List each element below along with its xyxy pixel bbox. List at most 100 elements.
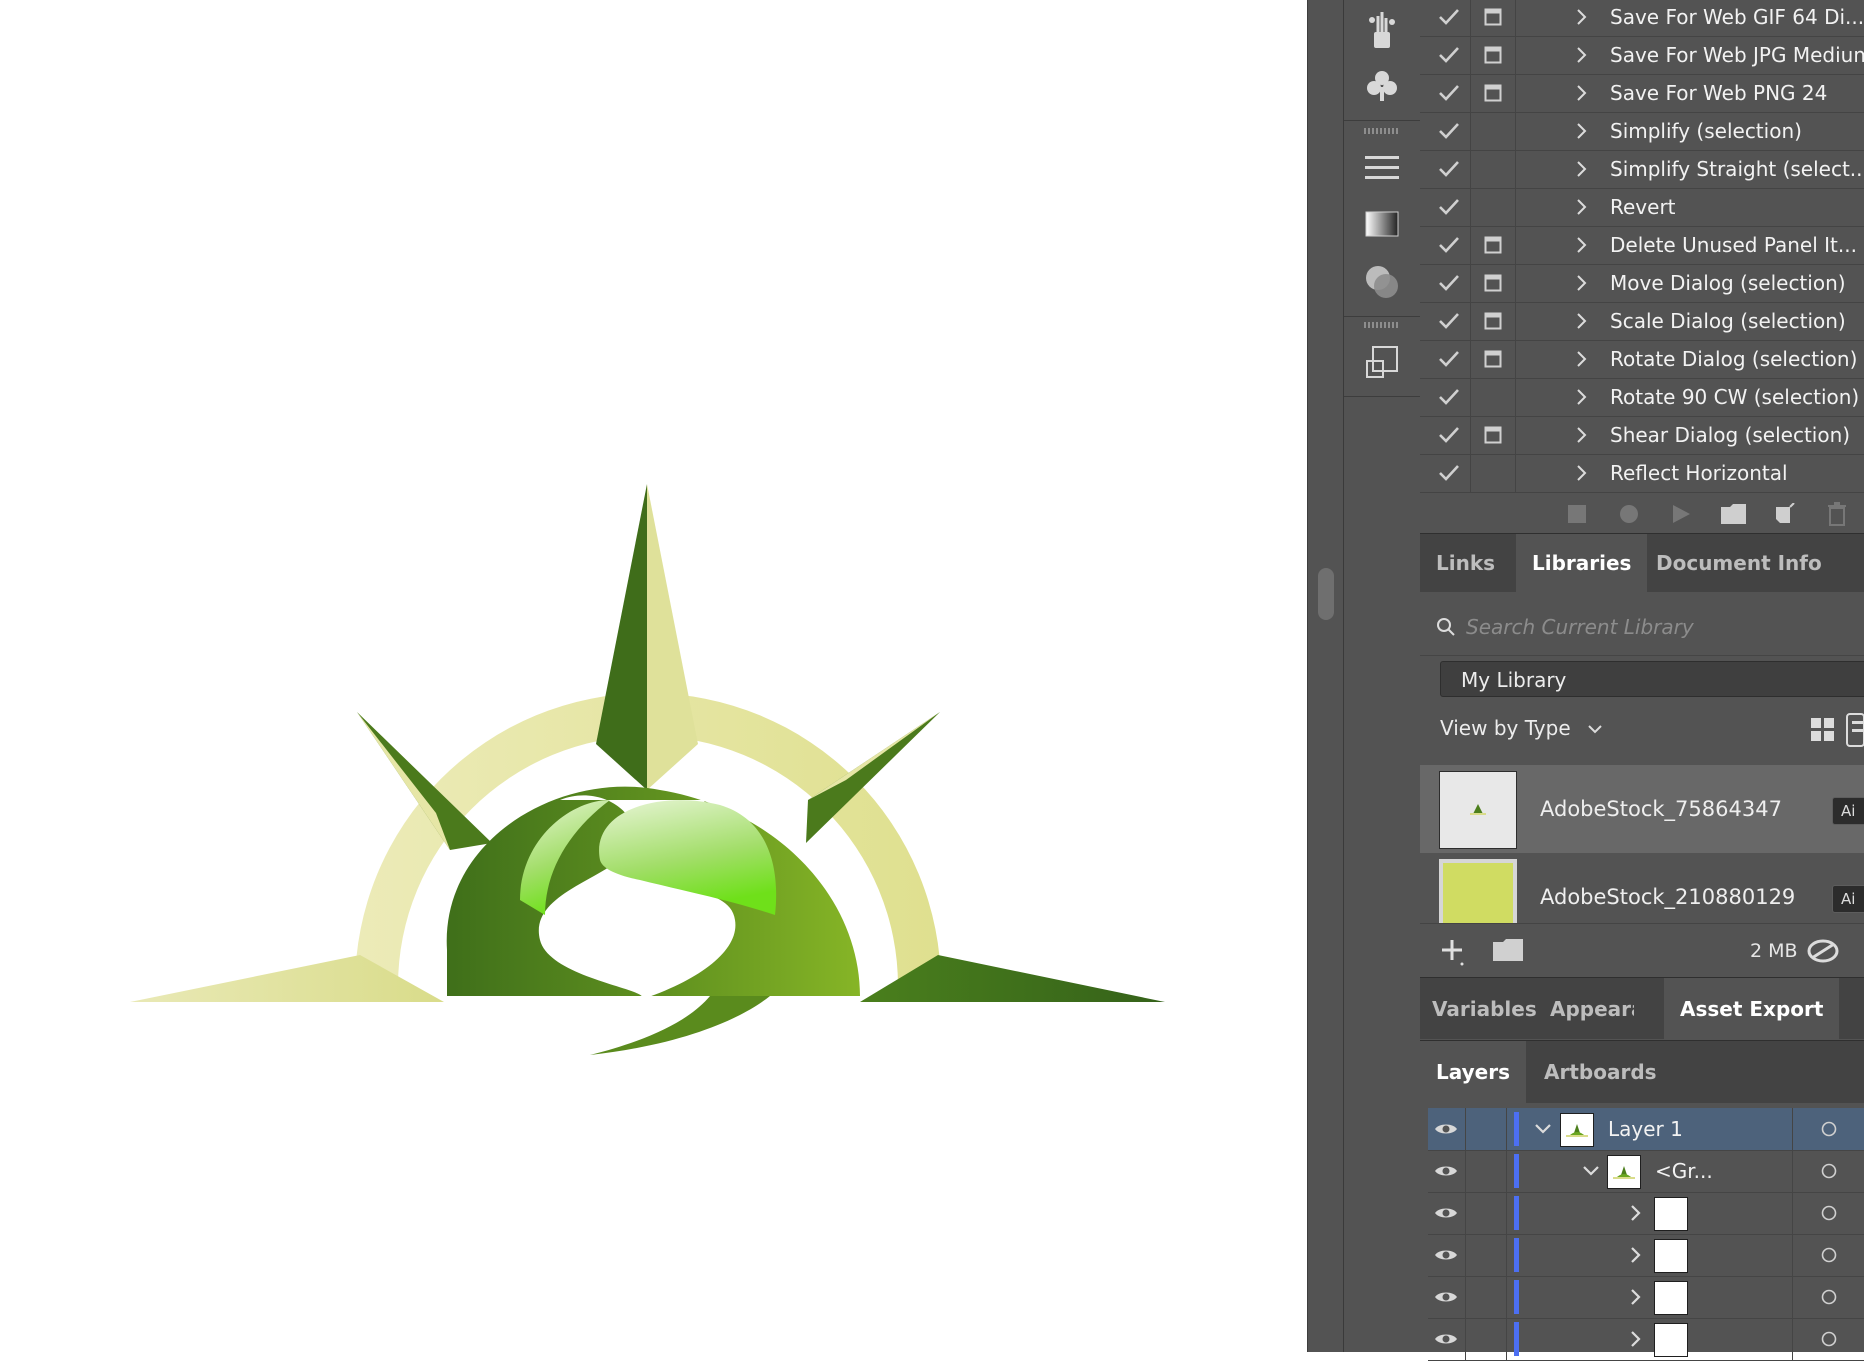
action-row[interactable]: Save For Web PNG 24 xyxy=(1420,74,1864,113)
transparency-icon[interactable] xyxy=(1344,254,1420,310)
trash-icon[interactable] xyxy=(1824,501,1850,527)
sublayer-row[interactable]: <Gr... xyxy=(1428,1150,1864,1193)
toggle-item-check-icon[interactable] xyxy=(1428,74,1471,112)
chevron-right-icon[interactable] xyxy=(1630,1192,1642,1234)
sun-s-logo-artwork[interactable] xyxy=(0,0,1307,1352)
library-item[interactable]: AdobeStock_75864347 Ai xyxy=(1420,765,1864,853)
lock-toggle[interactable] xyxy=(1465,1108,1507,1150)
new-action-icon[interactable] xyxy=(1772,501,1798,527)
toggle-dialog-box-icon[interactable] xyxy=(1471,302,1516,340)
lock-toggle[interactable] xyxy=(1465,1150,1507,1192)
toggle-item-check-icon[interactable] xyxy=(1428,188,1471,226)
target-circle-icon[interactable] xyxy=(1792,1318,1864,1360)
tab-libraries[interactable]: Libraries xyxy=(1516,534,1648,592)
chevron-down-icon[interactable] xyxy=(1534,1108,1552,1150)
tab-asset-export[interactable]: Asset Export xyxy=(1664,978,1840,1040)
action-row[interactable]: Move Dialog (selection) xyxy=(1420,264,1864,303)
view-by-type-dropdown[interactable]: View by Type xyxy=(1440,713,1603,743)
tab-links[interactable]: Links xyxy=(1420,534,1511,592)
lock-toggle[interactable] xyxy=(1465,1318,1507,1360)
sublayer-row[interactable] xyxy=(1428,1192,1864,1235)
toggle-item-check-icon[interactable] xyxy=(1428,226,1471,264)
canvas-vertical-scrollbar[interactable] xyxy=(1307,0,1344,1352)
action-row[interactable]: Delete Unused Panel It... xyxy=(1420,226,1864,265)
toggle-dialog-box-icon[interactable] xyxy=(1471,74,1516,112)
tab-layers[interactable]: Layers xyxy=(1420,1041,1526,1103)
chevron-right-icon[interactable] xyxy=(1576,264,1588,302)
creative-cloud-sync-icon[interactable] xyxy=(1806,936,1840,966)
action-row[interactable]: Shear Dialog (selection) xyxy=(1420,416,1864,455)
visibility-eye-icon[interactable] xyxy=(1428,1108,1464,1150)
transform-icon[interactable] xyxy=(1344,334,1420,390)
visibility-eye-icon[interactable] xyxy=(1428,1234,1464,1276)
toggle-dialog-box-icon[interactable] xyxy=(1471,0,1516,36)
add-asset-icon[interactable] xyxy=(1440,938,1468,966)
grid-view-icon[interactable] xyxy=(1810,717,1836,743)
lock-toggle[interactable] xyxy=(1465,1234,1507,1276)
new-set-folder-icon[interactable] xyxy=(1720,501,1746,527)
toggle-dialog-box-icon[interactable] xyxy=(1471,226,1516,264)
stroke-lines-icon[interactable] xyxy=(1344,140,1420,196)
target-circle-icon[interactable] xyxy=(1792,1276,1864,1318)
layer-row[interactable]: Layer 1 xyxy=(1428,1108,1864,1151)
library-dropdown[interactable]: My Library xyxy=(1440,661,1864,697)
record-icon[interactable] xyxy=(1616,501,1642,527)
chevron-right-icon[interactable] xyxy=(1576,150,1588,188)
symbol-sprayer-icon[interactable] xyxy=(1344,2,1420,58)
tab-document-info[interactable]: Document Info xyxy=(1640,534,1838,592)
chevron-right-icon[interactable] xyxy=(1576,112,1588,150)
toggle-item-check-icon[interactable] xyxy=(1428,454,1471,492)
dock-grip[interactable] xyxy=(1364,322,1400,328)
action-row[interactable]: Revert xyxy=(1420,188,1864,227)
gradient-icon[interactable] xyxy=(1344,196,1420,252)
action-row[interactable]: Save For Web GIF 64 Di... xyxy=(1420,0,1864,37)
toggle-dialog-box-icon[interactable] xyxy=(1471,150,1516,188)
chevron-right-icon[interactable] xyxy=(1576,378,1588,416)
layer-name[interactable]: Layer 1 xyxy=(1608,1108,1683,1150)
toggle-dialog-box-icon[interactable] xyxy=(1471,416,1516,454)
visibility-eye-icon[interactable] xyxy=(1428,1318,1464,1360)
toggle-item-check-icon[interactable] xyxy=(1428,36,1471,74)
symbols-club-icon[interactable] xyxy=(1344,58,1420,114)
toggle-dialog-box-icon[interactable] xyxy=(1471,378,1516,416)
toggle-dialog-box-icon[interactable] xyxy=(1471,188,1516,226)
chevron-right-icon[interactable] xyxy=(1576,74,1588,112)
toggle-dialog-box-icon[interactable] xyxy=(1471,454,1516,492)
action-row[interactable]: Rotate Dialog (selection) xyxy=(1420,340,1864,379)
visibility-eye-icon[interactable] xyxy=(1428,1276,1464,1318)
stop-icon[interactable] xyxy=(1564,501,1590,527)
action-row[interactable]: Save For Web JPG Medium xyxy=(1420,36,1864,75)
tab-variables[interactable]: Variables xyxy=(1420,978,1549,1040)
action-row[interactable]: Reflect Horizontal xyxy=(1420,454,1864,492)
sublayer-row[interactable] xyxy=(1428,1318,1864,1361)
sublayer-row[interactable] xyxy=(1428,1234,1864,1277)
dock-grip[interactable] xyxy=(1364,128,1400,134)
chevron-right-icon[interactable] xyxy=(1630,1318,1642,1360)
tab-artboards[interactable]: Artboards xyxy=(1528,1041,1673,1103)
folder-icon[interactable] xyxy=(1492,938,1524,962)
chevron-right-icon[interactable] xyxy=(1576,188,1588,226)
toggle-item-check-icon[interactable] xyxy=(1428,340,1471,378)
toggle-dialog-box-icon[interactable] xyxy=(1471,112,1516,150)
layer-name[interactable]: <Gr... xyxy=(1655,1150,1713,1192)
action-row[interactable]: Rotate 90 CW (selection) xyxy=(1420,378,1864,417)
target-circle-icon[interactable] xyxy=(1792,1234,1864,1276)
toggle-item-check-icon[interactable] xyxy=(1428,378,1471,416)
play-icon[interactable] xyxy=(1668,501,1694,527)
chevron-right-icon[interactable] xyxy=(1630,1234,1642,1276)
action-row[interactable]: Simplify Straight (select... xyxy=(1420,150,1864,189)
visibility-eye-icon[interactable] xyxy=(1428,1150,1464,1192)
toggle-dialog-box-icon[interactable] xyxy=(1471,264,1516,302)
visibility-eye-icon[interactable] xyxy=(1428,1192,1464,1234)
chevron-right-icon[interactable] xyxy=(1576,0,1588,36)
chevron-right-icon[interactable] xyxy=(1630,1276,1642,1318)
toggle-item-check-icon[interactable] xyxy=(1428,150,1471,188)
toggle-item-check-icon[interactable] xyxy=(1428,302,1471,340)
lock-toggle[interactable] xyxy=(1465,1192,1507,1234)
scrollbar-thumb[interactable] xyxy=(1318,568,1334,620)
library-item[interactable]: AdobeStock_210880129 Ai xyxy=(1420,853,1864,923)
target-circle-icon[interactable] xyxy=(1792,1150,1864,1192)
toggle-item-check-icon[interactable] xyxy=(1428,264,1471,302)
toggle-item-check-icon[interactable] xyxy=(1428,0,1471,36)
library-search-field[interactable]: Search Current Library xyxy=(1436,605,1864,649)
